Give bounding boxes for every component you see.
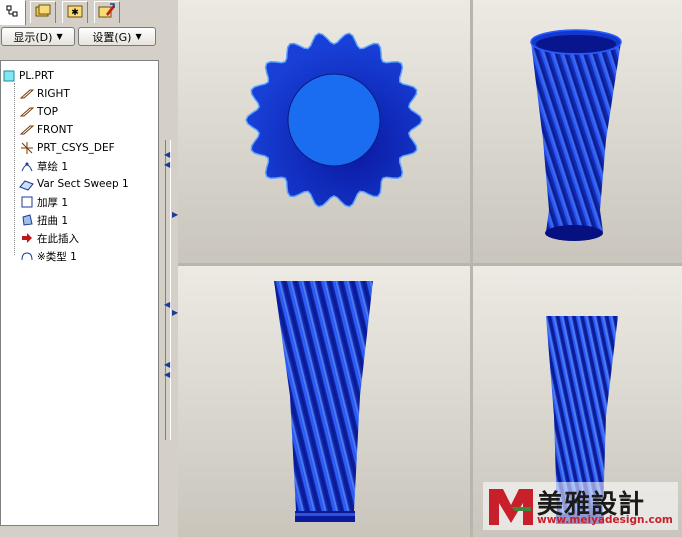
datum-plane-icon [19, 86, 35, 102]
thicken-icon [19, 194, 35, 210]
tree-guide-line [14, 83, 15, 255]
viewport-top-view[interactable] [178, 0, 470, 263]
tree-item-csys[interactable]: PRT_CSYS_DEF [19, 139, 115, 157]
insert-here-arrow-icon [19, 230, 35, 246]
tree-item-top[interactable]: TOP [19, 103, 58, 121]
tree-item-warp[interactable]: 扭曲 1 [19, 211, 68, 229]
folder-browser-icon [34, 3, 52, 22]
chevron-down-icon: ▼ [135, 32, 142, 41]
model-tree-icon [6, 5, 20, 22]
brand-logo-icon [489, 489, 533, 525]
viewport-front-view[interactable] [178, 266, 470, 537]
tree-toolbar: 显示(D) ▼ 设置(G) ▼ [0, 27, 160, 47]
panel-sash[interactable]: ◀ ◀ ▶ ◀ ▶ ◀ ◀ [162, 0, 178, 537]
warp-icon [19, 212, 35, 228]
collapse-left-icon[interactable]: ◀ [164, 160, 170, 169]
model-tree-panel: ✱ 显示(D) ▼ 设置(G) ▼ PL.PRT RIGHT TOP FRONT… [0, 0, 162, 537]
tree-item-right[interactable]: RIGHT [19, 85, 70, 103]
tree-item-label: PRT_CSYS_DEF [37, 142, 115, 154]
chevron-down-icon: ▼ [56, 32, 63, 41]
collapse-left-icon[interactable]: ◀ [164, 360, 170, 369]
connections-icon [98, 2, 116, 23]
tree-item-label: TOP [37, 106, 59, 118]
model-tree: PL.PRT RIGHT TOP FRONT PRT_CSYS_DEF 草绘 1… [0, 60, 159, 526]
sash-grip [165, 140, 171, 440]
watermark-logo: 美雅設計 www.meiyadesign.com [483, 482, 678, 530]
navigator-tabs: ✱ [0, 0, 162, 25]
settings-label: 设置(G) [92, 30, 132, 44]
feature-type-icon [19, 248, 35, 264]
vase-front-view-model [274, 281, 373, 522]
sketch-icon [19, 158, 35, 174]
tree-item-insert-here[interactable]: 在此插入 [19, 229, 79, 247]
collapse-left-icon[interactable]: ◀ [164, 300, 170, 309]
tab-folder-browser[interactable] [30, 1, 56, 23]
tree-item-label: RIGHT [37, 88, 70, 100]
variable-sweep-icon [19, 176, 35, 192]
tab-model-tree[interactable] [0, 0, 26, 25]
collapse-left-icon[interactable]: ◀ [164, 370, 170, 379]
tree-item-label: 扭曲 1 [37, 214, 69, 227]
tree-item-label: Var Sect Sweep 1 [37, 178, 129, 190]
graphics-area [178, 0, 682, 537]
tree-item-front[interactable]: FRONT [19, 121, 73, 139]
show-dropdown-button[interactable]: 显示(D) ▼ [1, 27, 75, 46]
tree-item-type[interactable]: ※类型 1 [19, 247, 77, 265]
show-label: 显示(D) [13, 30, 53, 44]
tree-item-label: 草绘 1 [37, 160, 69, 173]
collapse-left-icon[interactable]: ◀ [164, 150, 170, 159]
tree-item-sketch[interactable]: 草绘 1 [19, 157, 68, 175]
vase-top-view-model [245, 32, 423, 208]
tree-item-var-sect-sweep[interactable]: Var Sect Sweep 1 [19, 175, 129, 193]
datum-plane-icon [19, 104, 35, 120]
tree-item-label: FRONT [37, 124, 73, 136]
tree-item-thicken[interactable]: 加厚 1 [19, 193, 68, 211]
tree-item-label: ※类型 1 [37, 250, 77, 263]
favorites-icon: ✱ [67, 3, 83, 22]
viewport-isometric-view[interactable] [473, 0, 682, 263]
tab-favorites[interactable]: ✱ [62, 1, 88, 23]
coordinate-system-icon [19, 140, 35, 156]
tree-item-label: 在此插入 [37, 232, 79, 245]
datum-plane-icon [19, 122, 35, 138]
settings-dropdown-button[interactable]: 设置(G) ▼ [78, 27, 156, 46]
watermark-url: www.meiyadesign.com [537, 514, 673, 526]
tree-root-label: PL.PRT [19, 70, 54, 82]
svg-text:✱: ✱ [71, 8, 79, 18]
tree-item-label: 加厚 1 [37, 196, 69, 209]
tab-connections[interactable] [94, 1, 120, 23]
vase-isometric-model [530, 29, 622, 241]
part-icon [1, 68, 17, 84]
tree-root-node[interactable]: PL.PRT [1, 67, 54, 85]
